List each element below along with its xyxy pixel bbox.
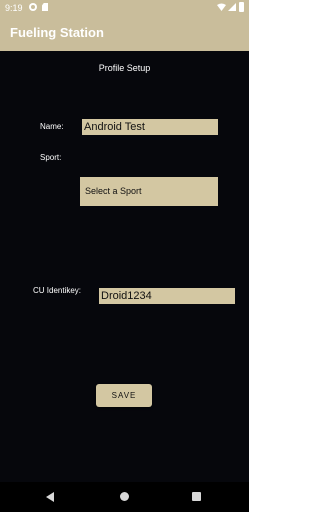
- save-button[interactable]: SAVE: [96, 384, 152, 407]
- sdcard-icon: [42, 3, 48, 11]
- status-time: 9:19: [5, 3, 23, 13]
- name-label: Name:: [40, 122, 64, 131]
- sport-select[interactable]: Select a Sport: [80, 177, 218, 206]
- recents-icon[interactable]: [192, 492, 201, 501]
- home-icon[interactable]: [120, 492, 129, 501]
- app-title: Fueling Station: [10, 25, 104, 40]
- sport-label: Sport:: [40, 153, 62, 162]
- wifi-icon: [217, 3, 226, 11]
- app-screen: 9:19 Fueling Station Profile Setup Name:…: [0, 0, 249, 512]
- identikey-label: CU Identikey:: [33, 286, 82, 295]
- sync-icon: [29, 3, 37, 11]
- back-icon[interactable]: [46, 492, 54, 502]
- name-input[interactable]: Android Test: [82, 119, 218, 135]
- page-title: Profile Setup: [98, 63, 151, 73]
- nav-bar: [0, 482, 249, 512]
- battery-icon: [239, 2, 244, 12]
- identikey-input[interactable]: Droid1234: [99, 288, 235, 304]
- app-bar: Fueling Station: [0, 16, 249, 51]
- status-bar: 9:19: [0, 0, 249, 16]
- signal-icon: [228, 3, 236, 11]
